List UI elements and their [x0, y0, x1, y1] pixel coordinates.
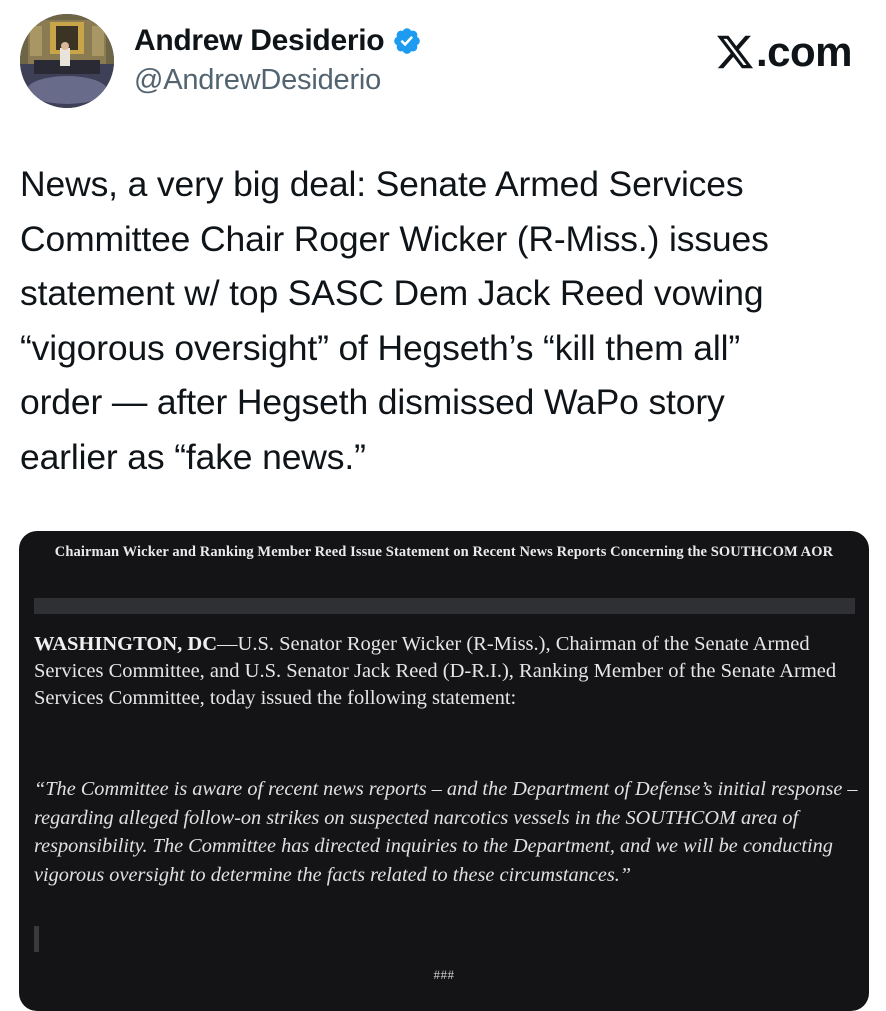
x-logo-icon — [715, 32, 755, 72]
author-handle[interactable]: @AndrewDesiderio — [134, 64, 422, 97]
statement-title: Chairman Wicker and Ranking Member Reed … — [54, 544, 834, 560]
avatar-photo — [20, 14, 114, 108]
tweet-text: News, a very big deal: Senate Armed Serv… — [20, 164, 769, 477]
statement-intro-paragraph: WASHINGTON, DC—U.S. Senator Roger Wicker… — [34, 631, 864, 712]
brand-text: .com — [755, 28, 853, 75]
attached-statement-image[interactable]: Chairman Wicker and Ranking Member Reed … — [19, 531, 869, 1011]
dateline-dash: — — [217, 633, 238, 655]
statement-quote: “The Committee is aware of recent news r… — [34, 778, 858, 886]
x-com-watermark: .com — [715, 28, 853, 76]
display-name[interactable]: Andrew Desiderio — [134, 24, 385, 58]
text-cursor-mark — [34, 926, 39, 952]
author-names: Andrew Desiderio @AndrewDesiderio — [134, 22, 422, 97]
dateline: WASHINGTON, DC — [34, 633, 218, 655]
avatar[interactable] — [20, 14, 114, 108]
divider-bar — [34, 598, 855, 614]
end-mark: ### — [433, 967, 455, 982]
verified-badge-icon — [392, 26, 422, 56]
tweet-header: Andrew Desiderio @AndrewDesiderio .com — [0, 0, 886, 120]
display-name-row: Andrew Desiderio — [134, 22, 422, 60]
